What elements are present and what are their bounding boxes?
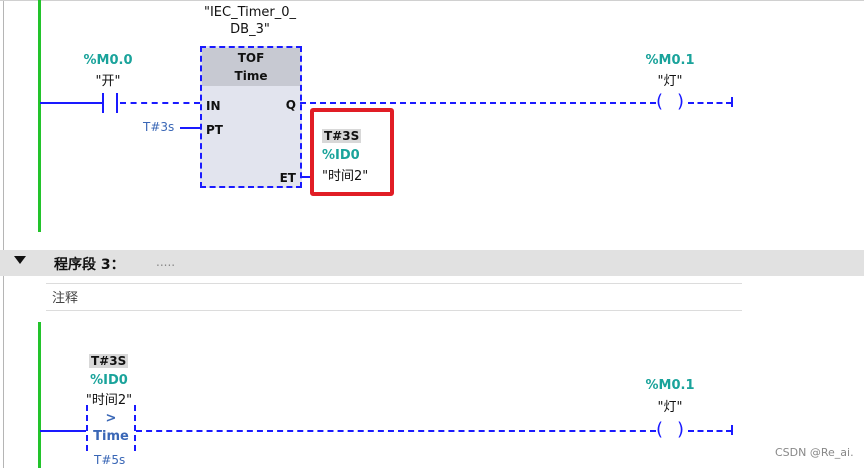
compare-operator: > bbox=[105, 411, 117, 426]
coil-right-paren: ) bbox=[676, 91, 684, 112]
pt-value[interactable]: T#3s bbox=[143, 120, 174, 134]
cmp-value[interactable]: T#5s bbox=[94, 453, 125, 467]
pin-et: ET bbox=[279, 171, 296, 185]
power-rail-network3 bbox=[38, 322, 41, 468]
et-symbol[interactable]: "时间2" bbox=[322, 165, 368, 184]
contact-no[interactable] bbox=[102, 93, 120, 113]
network3-comment-field[interactable]: 注释 bbox=[46, 283, 742, 311]
network3-title-placeholder[interactable]: ..... bbox=[156, 255, 175, 269]
wire-q-to-coil bbox=[300, 102, 656, 104]
tof-timer-block[interactable]: TOF Time IN PT Q ET bbox=[200, 46, 302, 188]
contact-address[interactable]: %M0.0 bbox=[76, 53, 140, 68]
coil-address[interactable]: %M0.1 bbox=[640, 53, 700, 68]
wire2-end-mark bbox=[731, 425, 733, 435]
coil-symbol[interactable]: "灯" bbox=[640, 70, 700, 89]
pt-wire bbox=[180, 127, 200, 129]
watermark: CSDN @Re_ai. bbox=[775, 446, 854, 459]
network3-title[interactable]: 程序段 3： bbox=[54, 254, 125, 274]
collapse-triangle-icon[interactable] bbox=[14, 256, 26, 264]
comment-label: 注释 bbox=[52, 291, 79, 306]
compare-type[interactable]: Time bbox=[88, 429, 134, 444]
timer-instance-name[interactable]: "IEC_Timer_0_ bbox=[190, 5, 310, 20]
block-subtype[interactable]: Time bbox=[202, 69, 300, 83]
wire-end-mark bbox=[731, 97, 733, 107]
pin-in: IN bbox=[206, 99, 221, 113]
pin-q: Q bbox=[285, 98, 296, 112]
compare-gt-contact[interactable]: > Time bbox=[86, 405, 136, 451]
wire-contact-to-in bbox=[120, 102, 200, 104]
pin-pt: PT bbox=[206, 123, 223, 137]
coil2-right-paren: ) bbox=[676, 419, 684, 440]
wire-coil2-end bbox=[688, 430, 732, 432]
wire-rail-to-contact bbox=[40, 102, 102, 104]
coil2-address[interactable]: %M0.1 bbox=[640, 378, 700, 393]
contact-symbol[interactable]: "开" bbox=[76, 70, 140, 89]
network3-header-bar[interactable]: 程序段 3： ..... bbox=[0, 250, 864, 276]
editor-left-border bbox=[3, 0, 4, 468]
editor-top-border bbox=[0, 0, 864, 1]
wire-coil-end bbox=[688, 102, 732, 104]
cmp-address[interactable]: %ID0 bbox=[74, 373, 144, 388]
coil2[interactable]: ( ) bbox=[654, 420, 686, 442]
cmp-monitor-value: T#3S bbox=[89, 354, 129, 368]
coil-left-paren: ( bbox=[656, 91, 664, 112]
wire-rail-to-compare bbox=[40, 430, 86, 432]
timer-instance-name-line2[interactable]: DB_3" bbox=[190, 22, 310, 37]
coil[interactable]: ( ) bbox=[654, 92, 686, 114]
power-rail-network2 bbox=[38, 0, 41, 232]
coil2-left-paren: ( bbox=[656, 419, 664, 440]
et-monitor-value: T#3S bbox=[322, 129, 362, 143]
wire-compare-to-coil bbox=[136, 430, 656, 432]
block-type: TOF bbox=[237, 51, 265, 65]
coil2-symbol[interactable]: "灯" bbox=[640, 396, 700, 415]
et-address[interactable]: %ID0 bbox=[322, 148, 360, 163]
